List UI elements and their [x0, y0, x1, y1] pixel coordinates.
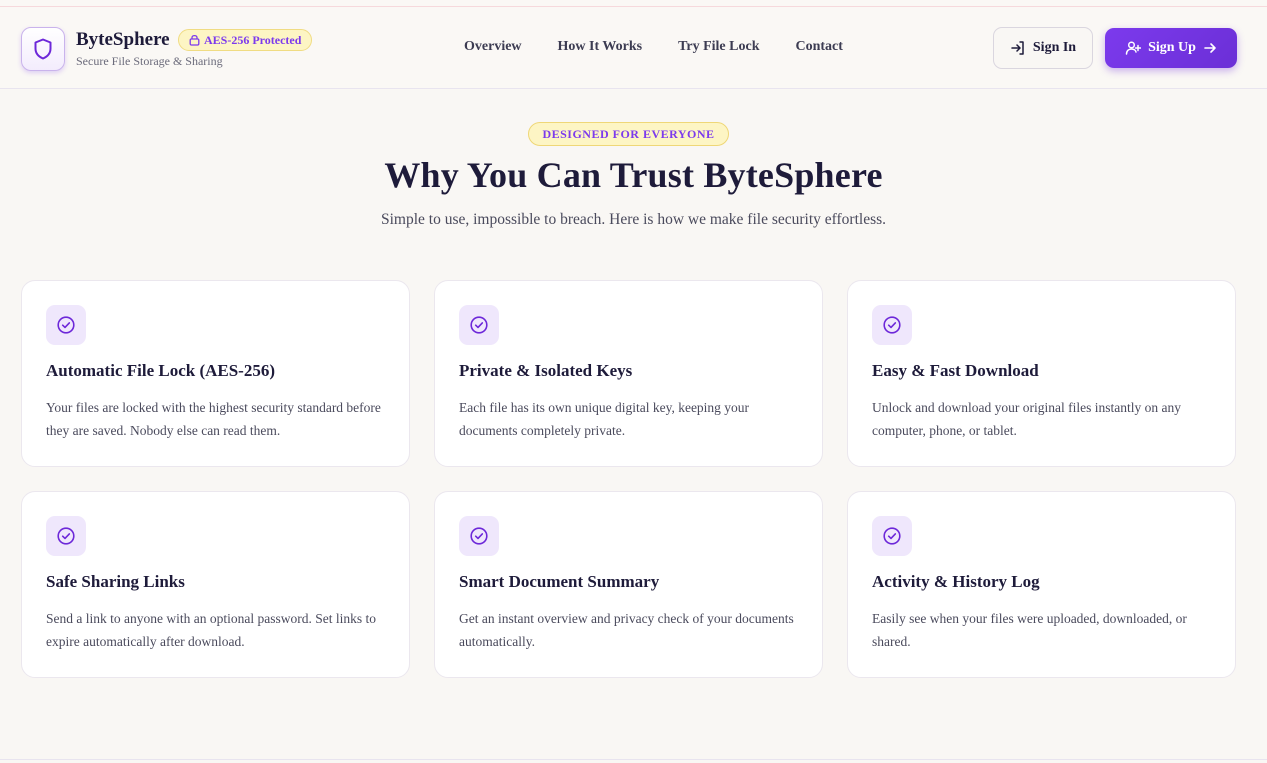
- check-circle-icon: [57, 316, 75, 334]
- feature-card-document-summary: Smart Document Summary Get an instant ov…: [434, 491, 823, 678]
- sign-up-label: Sign Up: [1148, 40, 1196, 55]
- user-plus-icon: [1125, 41, 1142, 55]
- feature-icon-box: [872, 516, 912, 556]
- check-circle-icon: [57, 527, 75, 545]
- feature-title: Activity & History Log: [872, 572, 1040, 591]
- brand-tagline: Secure File Storage & Sharing: [76, 54, 223, 68]
- sign-up-button[interactable]: Sign Up: [1105, 28, 1237, 68]
- feature-description: Your files are locked with the highest s…: [46, 400, 381, 438]
- check-circle-icon: [470, 316, 488, 334]
- check-circle-icon: [470, 527, 488, 545]
- feature-description: Send a link to anyone with an optional p…: [46, 611, 376, 649]
- feature-icon-box: [46, 305, 86, 345]
- sign-in-button[interactable]: Sign In: [993, 27, 1093, 69]
- eyebrow-badge: DESIGNED FOR EVERYONE: [528, 122, 729, 146]
- feature-icon-box: [459, 305, 499, 345]
- nav-item-contact[interactable]: Contact: [795, 39, 842, 55]
- feature-title: Private & Isolated Keys: [459, 361, 633, 380]
- brand-logo[interactable]: [21, 27, 65, 71]
- feature-description: Unlock and download your original files …: [872, 400, 1181, 438]
- security-badge-label: AES-256 Protected: [204, 32, 302, 47]
- brand-name[interactable]: ByteSphere: [76, 29, 170, 51]
- feature-icon-box: [46, 516, 86, 556]
- feature-card-private-keys: Private & Isolated Keys Each file has it…: [434, 280, 823, 467]
- login-icon: [1011, 41, 1024, 55]
- feature-description: Each file has its own unique digital key…: [459, 400, 750, 438]
- feature-title: Smart Document Summary: [459, 572, 660, 591]
- page-title: Why You Can Trust ByteSphere: [384, 155, 883, 195]
- shield-icon: [34, 38, 52, 60]
- nav-item-how-it-works[interactable]: How It Works: [558, 39, 643, 55]
- feature-card-sharing-links: Safe Sharing Links Send a link to anyone…: [21, 491, 410, 678]
- security-badge: AES-256 Protected: [178, 29, 313, 51]
- main-nav: Overview How It Works Try File Lock Cont…: [464, 39, 879, 55]
- feature-title: Safe Sharing Links: [46, 572, 185, 591]
- top-border: [0, 0, 1267, 7]
- lock-icon: [189, 34, 200, 46]
- check-circle-icon: [883, 527, 901, 545]
- page-subtitle: Simple to use, impossible to breach. Her…: [380, 211, 887, 228]
- site-header: ByteSphere AES-256 Protected Secure File…: [0, 7, 1267, 89]
- feature-icon-box: [872, 305, 912, 345]
- feature-icon-box: [459, 516, 499, 556]
- check-circle-icon: [883, 316, 901, 334]
- sign-in-label: Sign In: [1032, 40, 1077, 55]
- bottom-divider: [0, 759, 1267, 760]
- feature-title: Automatic File Lock (AES-256): [46, 361, 276, 380]
- feature-card-fast-download: Easy & Fast Download Unlock and download…: [847, 280, 1236, 467]
- feature-description: Easily see when your files were uploaded…: [872, 611, 1187, 649]
- nav-item-try-file-lock[interactable]: Try File Lock: [678, 39, 759, 55]
- nav-item-overview[interactable]: Overview: [464, 39, 522, 55]
- feature-card-activity-log: Activity & History Log Easily see when y…: [847, 491, 1236, 678]
- arrow-right-icon: [1204, 43, 1216, 53]
- feature-card-file-lock: Automatic File Lock (AES-256) Your files…: [21, 280, 410, 467]
- feature-description: Get an instant overview and privacy chec…: [459, 611, 794, 649]
- feature-title: Easy & Fast Download: [872, 361, 1039, 380]
